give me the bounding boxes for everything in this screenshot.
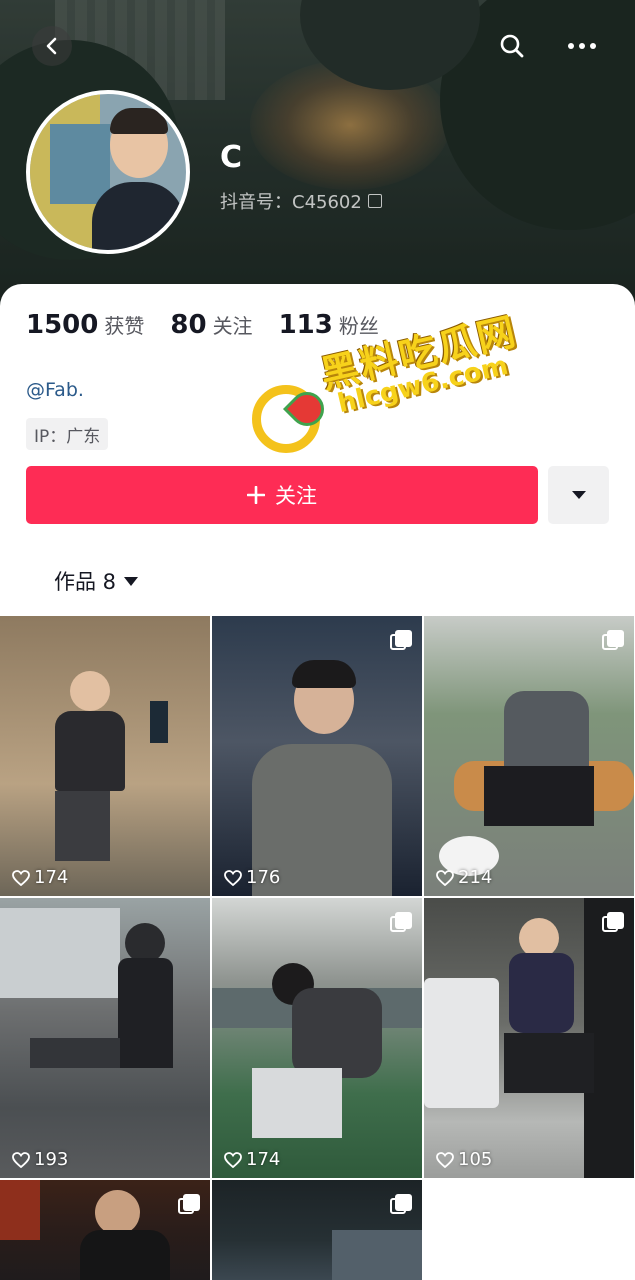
follow-button-label: 关注 xyxy=(275,484,317,508)
tab-works-label: 作品 8 xyxy=(54,570,117,594)
more-button[interactable] xyxy=(562,26,602,66)
stat-number: 1500 xyxy=(26,310,99,340)
heart-icon xyxy=(436,869,454,886)
heart-icon xyxy=(12,869,30,886)
copy-icon[interactable] xyxy=(367,194,382,208)
stat-label: 获赞 xyxy=(104,314,145,338)
post-thumbnail[interactable] xyxy=(212,1180,422,1280)
post-likes: 214 xyxy=(436,867,492,888)
profile-card: 1500 获赞 80 关注 113 粉丝 @Fab. IP：广东 关注 作品 8 xyxy=(0,284,635,620)
post-likes: 174 xyxy=(12,867,68,888)
douyin-id-text: 抖音号：C45602 xyxy=(220,192,362,213)
post-thumbnail[interactable] xyxy=(0,1180,210,1280)
multi-image-icon xyxy=(602,912,624,934)
posts-grid: 174 176 214 193 174 105 xyxy=(0,616,635,1280)
multi-image-icon xyxy=(390,630,412,652)
multi-image-icon xyxy=(602,630,624,652)
heart-icon xyxy=(12,1151,30,1168)
nickname: C xyxy=(220,140,243,175)
more-icon xyxy=(568,43,596,49)
post-thumbnail[interactable]: 105 xyxy=(424,898,634,1178)
avatar[interactable] xyxy=(26,90,190,254)
ip-location-tag: IP：广东 xyxy=(26,418,109,450)
post-thumbnail[interactable]: 174 xyxy=(212,898,422,1178)
heart-icon xyxy=(224,1151,242,1168)
stat-number: 80 xyxy=(170,310,207,340)
post-thumbnail[interactable]: 214 xyxy=(424,616,634,896)
recommend-dropdown-button[interactable] xyxy=(548,466,609,524)
stat-number: 113 xyxy=(278,310,333,340)
stats-row: 1500 获赞 80 关注 113 粉丝 xyxy=(26,310,405,340)
post-thumbnail[interactable]: 176 xyxy=(212,616,422,896)
post-likes: 193 xyxy=(12,1149,68,1170)
post-thumbnail[interactable]: 174 xyxy=(0,616,210,896)
chevron-down-icon xyxy=(571,491,586,499)
post-thumbnail[interactable]: 193 xyxy=(0,898,210,1178)
search-button[interactable] xyxy=(492,26,532,66)
multi-image-icon xyxy=(390,1194,412,1216)
plus-icon xyxy=(247,486,265,504)
back-icon xyxy=(46,37,57,55)
tab-works[interactable]: 作品 8 xyxy=(54,566,139,596)
post-likes: 176 xyxy=(224,867,280,888)
stat-following[interactable]: 80 关注 xyxy=(170,310,252,340)
back-button[interactable] xyxy=(32,26,72,66)
stat-label: 关注 xyxy=(212,314,253,338)
multi-image-icon xyxy=(390,912,412,934)
heart-icon xyxy=(224,869,242,886)
multi-image-icon xyxy=(178,1194,200,1216)
heart-icon xyxy=(436,1151,454,1168)
stat-likes[interactable]: 1500 获赞 xyxy=(26,310,144,340)
bio-mention-link[interactable]: @Fab. xyxy=(26,379,84,401)
search-icon xyxy=(500,34,524,58)
profile-header: C 抖音号：C45602 xyxy=(0,0,635,310)
post-likes: 105 xyxy=(436,1149,492,1170)
douyin-id[interactable]: 抖音号：C45602 xyxy=(220,188,382,214)
follow-button[interactable]: 关注 xyxy=(26,466,538,524)
post-likes: 174 xyxy=(224,1149,280,1170)
chevron-down-icon xyxy=(124,576,139,586)
